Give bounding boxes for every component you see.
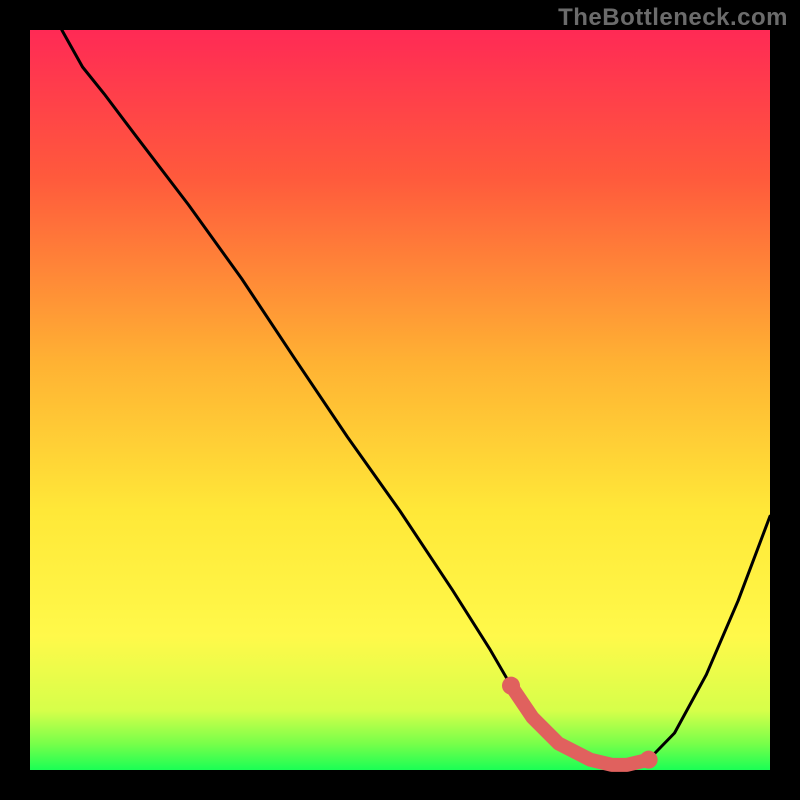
bottleneck-chart xyxy=(0,0,800,800)
watermark-text: TheBottleneck.com xyxy=(558,4,788,32)
optimal-range-endpoint xyxy=(640,751,658,769)
optimal-range-endpoint xyxy=(502,677,520,695)
chart-container: TheBottleneck.com xyxy=(0,0,800,800)
